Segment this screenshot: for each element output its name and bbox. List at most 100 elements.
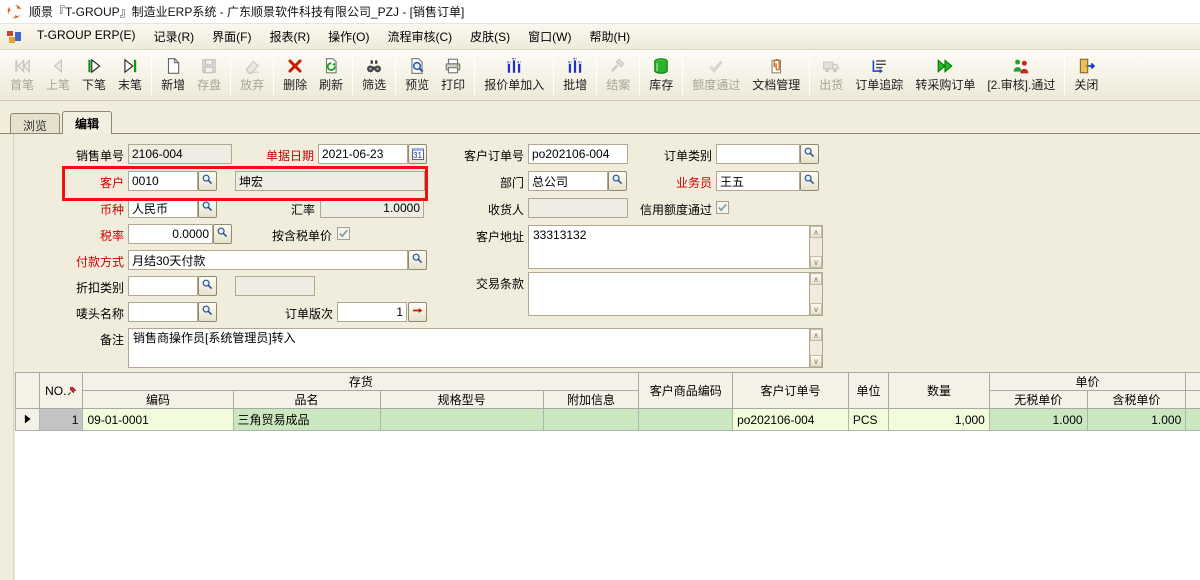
menu-interface[interactable]: 界面(F) — [203, 25, 260, 48]
toolbar-separator — [352, 55, 353, 95]
quota-pass-icon — [707, 57, 725, 75]
doc-mgmt-button[interactable]: 文档管理 — [747, 54, 805, 96]
menu-report[interactable]: 报表(R) — [260, 25, 319, 48]
doc-date-label: 单据日期 — [250, 147, 314, 164]
grid-cell-code[interactable]: 09-01-0001 — [83, 409, 233, 431]
grid-header-cust-order: 客户订单号 — [733, 373, 849, 409]
discount-type-field[interactable] — [128, 276, 198, 296]
grid-cell-spec[interactable] — [380, 409, 543, 431]
doc-mgmt-label: 文档管理 — [752, 76, 800, 93]
tax-rate-field[interactable] — [128, 224, 213, 244]
batch-add-button[interactable]: 批增 — [558, 54, 592, 96]
toolbar-separator — [553, 55, 554, 95]
grid-cell-price_inc[interactable]: 1.000 — [1087, 409, 1186, 431]
department-field[interactable] — [528, 171, 608, 191]
magnifier-icon — [411, 252, 424, 268]
refresh-button[interactable]: 刷新 — [314, 54, 348, 96]
filter-button[interactable]: 筛选 — [357, 54, 391, 96]
scroll-up-icon[interactable]: ∧ — [810, 273, 822, 285]
inventory-button[interactable]: 库存 — [644, 54, 678, 96]
order-type-field[interactable] — [716, 144, 800, 164]
customer-label: 客户 — [20, 174, 124, 191]
row-selector[interactable] — [16, 409, 40, 431]
salesman-field[interactable] — [716, 171, 800, 191]
last-record-button[interactable]: 末笔 — [113, 54, 147, 96]
magnifier-icon — [201, 304, 214, 320]
menu-skin[interactable]: 皮肤(S) — [461, 25, 519, 48]
cust-order-no-field[interactable] — [528, 144, 628, 164]
department-lookup-button[interactable] — [608, 171, 627, 191]
order-type-lookup-button[interactable] — [800, 144, 819, 164]
discount-extra-field[interactable] — [235, 276, 315, 296]
order-track-label: 订单追踪 — [855, 76, 903, 93]
payment-lookup-button[interactable] — [408, 250, 427, 270]
order-track-button[interactable]: 订单追踪 — [850, 54, 908, 96]
to-purchase-order-button[interactable]: 转采购订单 — [910, 54, 980, 96]
grid-cell-no[interactable]: 1 — [40, 409, 83, 431]
next-record-button[interactable]: 下笔 — [77, 54, 111, 96]
new-button[interactable]: 新增 — [156, 54, 190, 96]
mark-name-field[interactable] — [128, 302, 198, 322]
menu-window[interactable]: 窗口(W) — [519, 25, 580, 48]
menu-operation[interactable]: 操作(O) — [319, 25, 378, 48]
close-case-icon — [609, 57, 627, 75]
menu-help[interactable]: 帮助(H) — [580, 25, 639, 48]
order-version-field[interactable] — [337, 302, 407, 322]
mark-name-lookup-button[interactable] — [198, 302, 217, 322]
payment-field[interactable] — [128, 250, 408, 270]
menu-flow-audit[interactable]: 流程审核(C) — [378, 25, 461, 48]
scroll-down-icon[interactable]: ∨ — [810, 256, 822, 268]
discount-type-lookup-button[interactable] — [198, 276, 217, 296]
remark-scrollbar[interactable]: ∧∨ — [810, 328, 823, 368]
cust-address-field[interactable]: 33313132 — [528, 225, 810, 269]
preview-button[interactable]: 预览 — [400, 54, 434, 96]
abandon-button: 放弃 — [235, 54, 269, 96]
exchange-rate-field[interactable] — [320, 198, 424, 218]
doc-date-field[interactable] — [318, 144, 408, 164]
audit-pass-button[interactable]: [2.审核].通过 — [982, 54, 1060, 96]
remark-field[interactable]: 销售商操作员[系统管理员]转入 — [128, 328, 810, 368]
grid-cell-name[interactable]: 三角贸易成品 — [233, 409, 380, 431]
save-icon — [200, 57, 218, 75]
consignee-field[interactable] — [528, 198, 628, 218]
scroll-up-icon[interactable]: ∧ — [810, 226, 822, 238]
tax-included-checkbox[interactable] — [337, 227, 350, 240]
currency-lookup-button[interactable] — [198, 198, 217, 218]
grid-cell-partial[interactable] — [1186, 409, 1200, 431]
exit-button[interactable]: 关闭 — [1069, 54, 1103, 96]
cust-address-scrollbar[interactable]: ∧∨ — [810, 225, 823, 269]
grid-cell-cust_order[interactable]: po202106-004 — [733, 409, 849, 431]
customer-name-field[interactable] — [235, 171, 425, 191]
scroll-up-icon[interactable]: ∧ — [810, 329, 822, 341]
trade-terms-field[interactable] — [528, 272, 810, 316]
credit-passed-checkbox[interactable] — [716, 201, 729, 214]
scroll-down-icon[interactable]: ∨ — [810, 303, 822, 315]
print-button[interactable]: 打印 — [436, 54, 470, 96]
tab-browse[interactable]: 浏览 — [10, 113, 60, 134]
tab-edit[interactable]: 编辑 — [62, 111, 112, 134]
tax-rate-lookup-button[interactable] — [213, 224, 232, 244]
salesman-lookup-button[interactable] — [800, 171, 819, 191]
grid-cell-price_ex[interactable]: 1.000 — [989, 409, 1087, 431]
order-version-button[interactable] — [408, 302, 427, 322]
quote-add-button[interactable]: 报价单加入 — [479, 54, 549, 96]
magnifier-icon — [803, 146, 816, 162]
grid-cell-extra[interactable] — [543, 409, 639, 431]
sales-no-field[interactable] — [128, 144, 232, 164]
customer-lookup-button[interactable] — [198, 171, 217, 191]
grid-cell-cust_code[interactable] — [639, 409, 733, 431]
preview-icon — [408, 57, 426, 75]
grid-cell-unit[interactable]: PCS — [848, 409, 888, 431]
grid-cell-qty[interactable]: 1,000 — [889, 409, 990, 431]
menu-record[interactable]: 记录(R) — [144, 25, 203, 48]
customer-code-field[interactable] — [128, 171, 198, 191]
consignee-label: 收货人 — [424, 201, 524, 218]
sales-no-label: 销售单号 — [20, 147, 124, 164]
delete-button[interactable]: 删除 — [278, 54, 312, 96]
menu-tgroup-erp[interactable]: T-GROUP ERP(E) — [28, 25, 144, 48]
currency-field[interactable] — [128, 198, 198, 218]
toolbar-separator — [809, 55, 810, 95]
trade-terms-scrollbar[interactable]: ∧∨ — [810, 272, 823, 316]
scroll-down-icon[interactable]: ∨ — [810, 355, 822, 367]
abandon-label: 放弃 — [240, 76, 264, 93]
